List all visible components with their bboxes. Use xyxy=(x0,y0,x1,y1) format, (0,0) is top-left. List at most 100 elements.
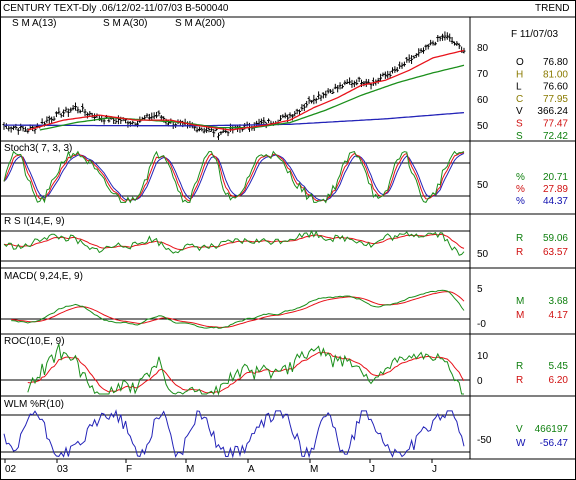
price-bar xyxy=(438,36,442,42)
x-label-apr: A xyxy=(248,464,255,475)
price-bar xyxy=(321,92,325,99)
price-bar xyxy=(74,102,78,111)
wlm-line xyxy=(3,409,465,459)
stoch-tick-50: 50 xyxy=(477,180,489,191)
price-bar xyxy=(348,77,352,85)
price-bar xyxy=(402,61,406,67)
price-bar xyxy=(23,126,27,132)
price-bar xyxy=(314,97,318,104)
rsi-legend: R S I(14,E, 9) xyxy=(4,216,65,227)
readout-label: O xyxy=(516,57,524,68)
readout-value: 20.71 xyxy=(543,172,568,183)
roc-tick-0: 0 xyxy=(477,376,483,387)
macd-readouts: M 3.68 M 4.17 xyxy=(516,296,568,321)
wlm-tick-minus50: -50 xyxy=(477,435,492,446)
readout-label: C xyxy=(516,94,523,105)
price-legend: S M A(13) S M A(30) S M A(200) xyxy=(12,18,225,29)
legend-sma200: S M A(200) xyxy=(175,18,225,29)
price-bar xyxy=(395,67,399,73)
price-bar xyxy=(157,110,161,117)
macd-marks xyxy=(11,289,465,329)
price-bar xyxy=(326,88,330,94)
price-bar xyxy=(116,115,120,125)
readout-label: % xyxy=(516,184,525,195)
readout-value: 59.06 xyxy=(543,233,568,244)
readout-value: 3.68 xyxy=(549,296,569,307)
price-bar xyxy=(324,90,328,98)
readout-value: 6.20 xyxy=(549,375,569,386)
stoch-readouts: % 20.71% 27.89% 44.37 xyxy=(516,172,568,207)
price-bar xyxy=(302,103,306,112)
price-tick-50: 50 xyxy=(477,121,489,132)
roc-line xyxy=(27,343,464,396)
chart-canvas: CENTURY TEXT-Dly .06/12/02-11/07/03 B-50… xyxy=(0,0,576,480)
legend-sma30: S M A(30) xyxy=(103,18,147,29)
roc-readouts: R 5.45 R 6.20 xyxy=(516,361,568,386)
price-bar xyxy=(226,131,230,137)
x-label-feb: F xyxy=(126,464,132,475)
price-bar xyxy=(436,34,440,42)
price-bar xyxy=(52,116,56,121)
macd-tick-5: 5 xyxy=(477,284,483,295)
readout-value: 466197 xyxy=(535,424,569,435)
price-bar xyxy=(419,48,423,54)
macd-tick-0: -0 xyxy=(477,319,486,330)
trend-label: TREND xyxy=(535,3,569,14)
price-bar xyxy=(305,100,309,108)
readout-label: R xyxy=(516,375,523,386)
x-label-mar: M xyxy=(186,464,194,475)
date-readout: F 11/07/03 xyxy=(511,29,559,40)
price-tick-70: 70 xyxy=(477,69,489,80)
price-bar xyxy=(155,111,159,119)
roc-tick-10: 10 xyxy=(477,351,489,362)
readout-label: % xyxy=(516,196,525,207)
x-label-jul: J xyxy=(432,464,437,475)
readout-value: 81.00 xyxy=(543,69,568,80)
readout-label: R xyxy=(516,247,523,258)
sma30-line xyxy=(39,64,465,131)
readout-value: 44.37 xyxy=(543,196,568,207)
price-bar xyxy=(262,117,266,125)
readout-label: S xyxy=(516,119,523,130)
price-bar xyxy=(329,89,333,94)
price-bar xyxy=(307,96,311,104)
price-bar xyxy=(267,118,271,124)
rsi-marks xyxy=(3,229,465,256)
stoch-marks xyxy=(3,150,465,204)
price-bar xyxy=(390,67,394,74)
price-bar xyxy=(407,54,411,63)
price-bar xyxy=(145,113,149,118)
price-marks xyxy=(2,31,466,140)
price-bar xyxy=(4,123,8,129)
price-readouts: O 76.80 H 81.00 L 76.60 C 77.95 V 366.24 S 77.47 S 72… xyxy=(516,57,568,142)
price-tick-60: 60 xyxy=(477,95,489,106)
readout-label: H xyxy=(516,69,523,80)
wlm-marks xyxy=(3,409,465,459)
readout-label: L xyxy=(516,82,522,93)
price-bar xyxy=(343,80,347,86)
price-bar xyxy=(383,71,387,79)
price-bar xyxy=(288,112,292,119)
price-bar xyxy=(412,55,416,59)
readout-value: 4.17 xyxy=(549,310,569,321)
price-bar xyxy=(319,94,323,102)
readout-value: -56.47 xyxy=(540,438,569,449)
price-bar xyxy=(40,118,44,125)
price-bar xyxy=(417,48,421,57)
x-label-03: 03 xyxy=(57,464,69,475)
readout-label: M xyxy=(516,296,524,307)
price-bar xyxy=(21,125,25,132)
price-bar xyxy=(448,33,452,42)
macd-line xyxy=(11,289,465,329)
readout-value: 72.42 xyxy=(543,131,568,142)
x-label-02: 02 xyxy=(5,464,17,475)
readout-label: S xyxy=(516,131,523,142)
price-bar xyxy=(47,115,51,124)
price-bar xyxy=(217,132,221,140)
price-bar xyxy=(345,79,349,85)
price-bar xyxy=(300,104,304,112)
readout-label: W xyxy=(516,438,526,449)
price-bar xyxy=(16,127,20,135)
chart-title: CENTURY TEXT-Dly .06/12/02-11/07/03 B-50… xyxy=(3,3,229,14)
readout-value: 366.24 xyxy=(537,106,568,117)
